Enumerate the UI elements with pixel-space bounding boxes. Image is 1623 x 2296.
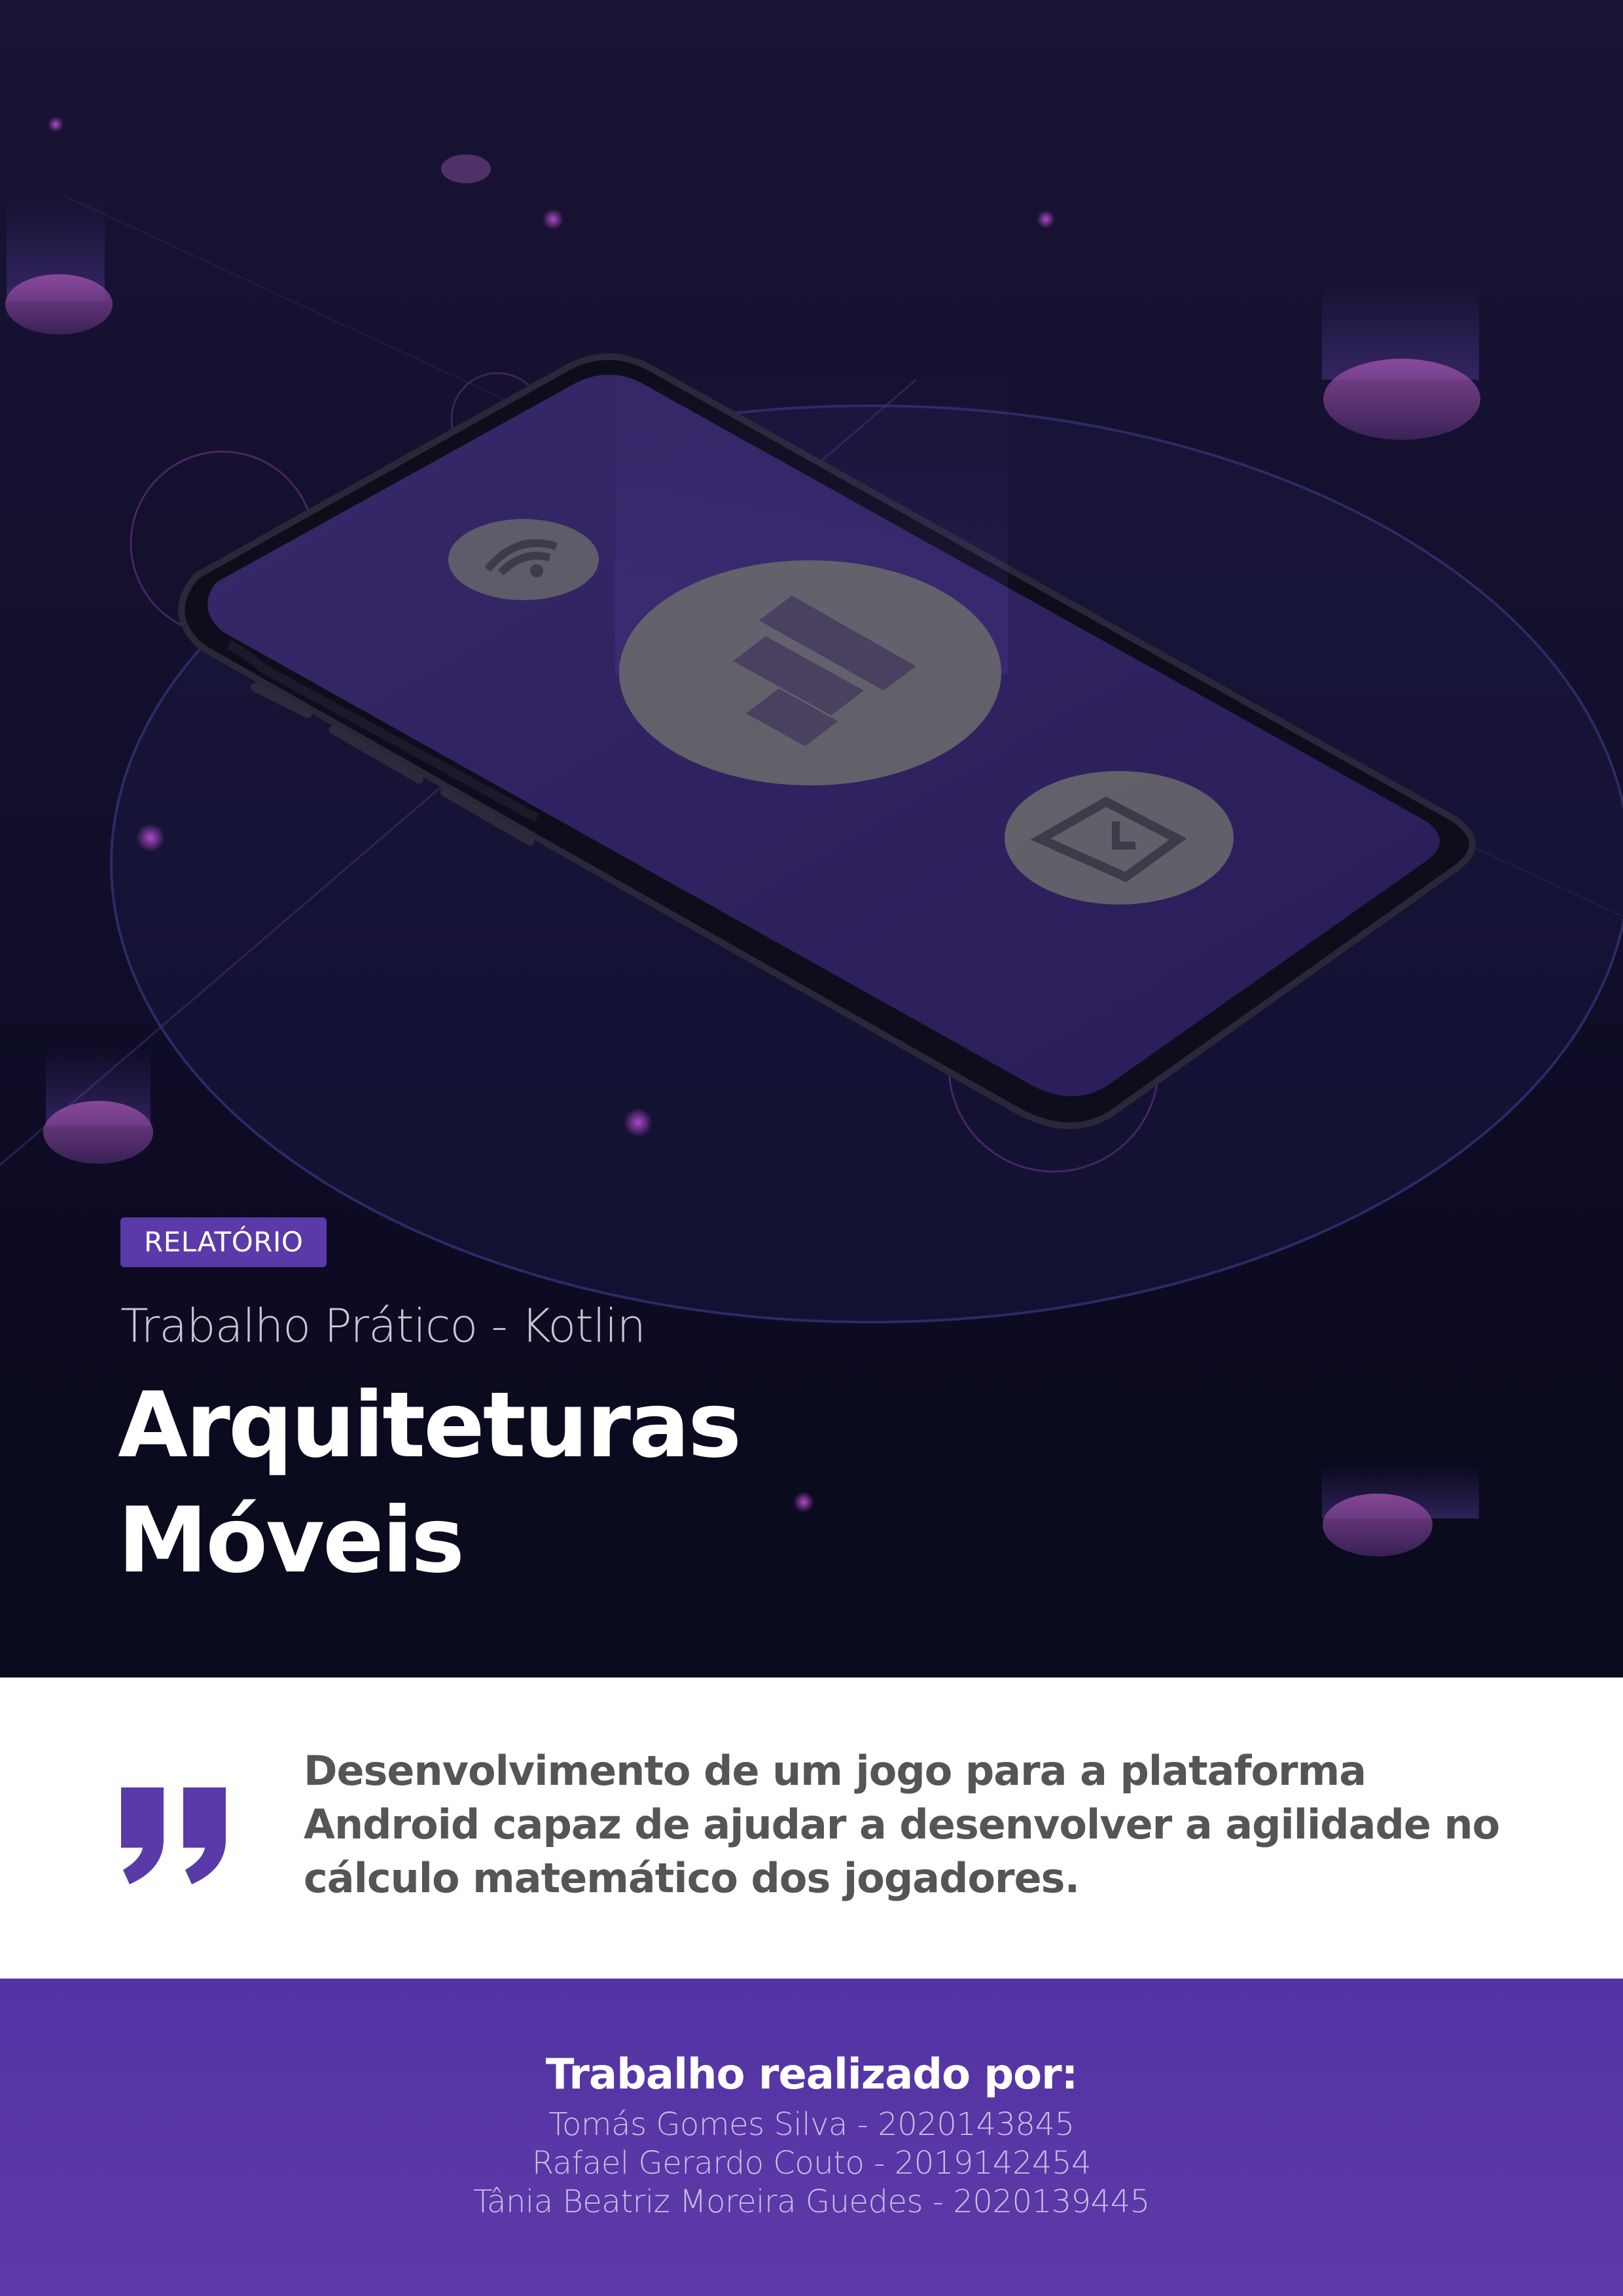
cover-title: Arquiteturas Móveis (118, 1368, 741, 1598)
hero-section: RELATÓRIO Trabalho Prático - Kotlin Arqu… (0, 0, 1623, 1677)
cover-title-line-2: Móveis (118, 1488, 465, 1593)
authors-heading: Trabalho realizado por: (545, 2051, 1079, 2099)
authors-footer: Trabalho realizado por: Tomás Gomes Silv… (0, 1979, 1623, 2296)
cover-subtitle: Trabalho Prático - Kotlin (120, 1299, 646, 1353)
quote-text: Desenvolvimento de um jogo para a plataf… (304, 1747, 1500, 1902)
shield-icon (1005, 771, 1234, 905)
cover-title-line-1: Arquiteturas (118, 1372, 741, 1478)
wifi-icon (448, 519, 599, 600)
report-badge: RELATÓRIO (120, 1217, 327, 1267)
report-cover-page: RELATÓRIO Trabalho Prático - Kotlin Arqu… (0, 0, 1623, 2296)
author-item: Tânia Beatriz Moreira Guedes - 202013944… (473, 2183, 1150, 2220)
author-item: Tomás Gomes Silva - 2020143845 (548, 2106, 1075, 2143)
author-item: Rafael Gerardo Couto - 2019142454 (531, 2145, 1092, 2181)
quote-section: Desenvolvimento de um jogo para a plataf… (0, 1677, 1623, 1979)
quote-icon (121, 1787, 226, 1884)
app-logo-icon (615, 360, 1008, 785)
